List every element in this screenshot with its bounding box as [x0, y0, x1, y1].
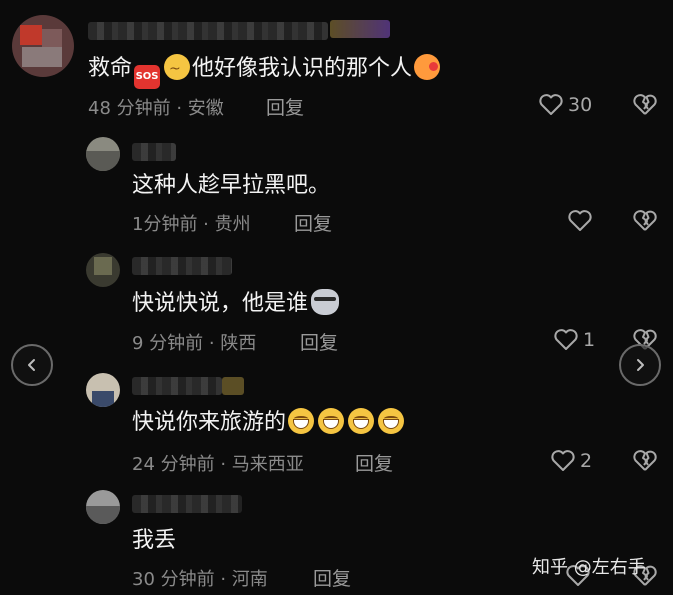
cat-emoji	[311, 289, 340, 315]
comment-meta: 1分钟前 · 贵州	[132, 214, 251, 235]
grin-sweat-emoji	[318, 408, 345, 434]
broken-heart-icon	[633, 94, 657, 115]
username-badge-blurred	[222, 377, 244, 395]
reply-comment-item: 快说快说，他是谁 9 分钟前 · 陕西 回复 1	[0, 245, 673, 360]
heart-outline-icon	[554, 329, 578, 350]
comment-text: 救命SOS他好像我认识的那个人	[88, 54, 442, 89]
next-button[interactable]	[619, 344, 661, 386]
reply-button[interactable]: 回复	[313, 564, 351, 591]
sos-emoji: SOS	[134, 65, 161, 89]
broken-heart-icon	[633, 210, 657, 231]
comment-text: 我丢	[132, 528, 177, 553]
grin-sweat-emoji	[348, 408, 375, 434]
avatar[interactable]	[12, 15, 74, 77]
avatar[interactable]	[86, 490, 120, 524]
comment-meta: 9 分钟前 · 陕西	[132, 333, 257, 354]
comment-item: 救命SOS他好像我认识的那个人 48 分钟前 · 安徽 回复 30	[0, 0, 673, 125]
comment-meta: 48 分钟前 · 安徽	[88, 98, 224, 119]
heart-outline-icon	[551, 450, 575, 471]
comment-text: 这种人趁早拉黑吧。	[132, 173, 331, 198]
username-blurred[interactable]	[132, 377, 222, 395]
reply-button[interactable]: 回复	[355, 449, 393, 476]
username-blurred[interactable]	[132, 143, 176, 161]
avatar[interactable]	[86, 253, 120, 287]
grin-sweat-emoji	[288, 408, 315, 434]
avatar[interactable]	[86, 137, 120, 171]
heart-outline-icon	[568, 210, 592, 231]
like-count: 1	[583, 329, 596, 351]
comment-text: 快说快说，他是谁	[132, 289, 340, 319]
like-count: 2	[580, 450, 593, 472]
watermark: 知乎 @左右手	[532, 557, 646, 578]
like-button[interactable]	[567, 209, 597, 233]
comment-meta: 24 分钟前 · 马来西亚	[132, 454, 304, 475]
comment-meta: 30 分钟前 · 河南	[132, 569, 268, 590]
reply-comment-item: 快说你来旅游的 24 分钟前 · 马来西亚 回复 2	[0, 365, 673, 483]
dislike-button[interactable]	[632, 93, 658, 117]
username-blurred[interactable]	[132, 257, 232, 275]
kiss-face-emoji	[414, 54, 441, 80]
username-blurred[interactable]	[88, 22, 328, 40]
reply-comment-item: 这种人趁早拉黑吧。 1分钟前 · 贵州 回复	[0, 125, 673, 240]
reply-button[interactable]: 回复	[294, 209, 332, 236]
comment-text: 快说你来旅游的	[132, 408, 406, 438]
username-blurred[interactable]	[132, 495, 242, 513]
username-badge-blurred	[330, 20, 390, 38]
like-button[interactable]: 1	[553, 328, 595, 352]
broken-heart-icon	[633, 450, 657, 471]
grin-sweat-emoji	[378, 408, 405, 434]
like-button[interactable]: 2	[550, 449, 592, 473]
chevron-right-icon	[637, 359, 644, 371]
prev-button[interactable]	[11, 344, 53, 386]
dizzy-face-emoji	[164, 54, 191, 84]
heart-outline-icon	[539, 94, 563, 115]
reply-button[interactable]: 回复	[266, 93, 304, 120]
avatar[interactable]	[86, 373, 120, 407]
reply-button[interactable]: 回复	[300, 328, 338, 355]
dislike-button[interactable]	[632, 209, 658, 233]
dislike-button[interactable]	[632, 449, 658, 473]
chevron-left-icon	[28, 359, 35, 371]
like-count: 30	[568, 94, 593, 116]
like-button[interactable]: 30	[538, 93, 592, 117]
